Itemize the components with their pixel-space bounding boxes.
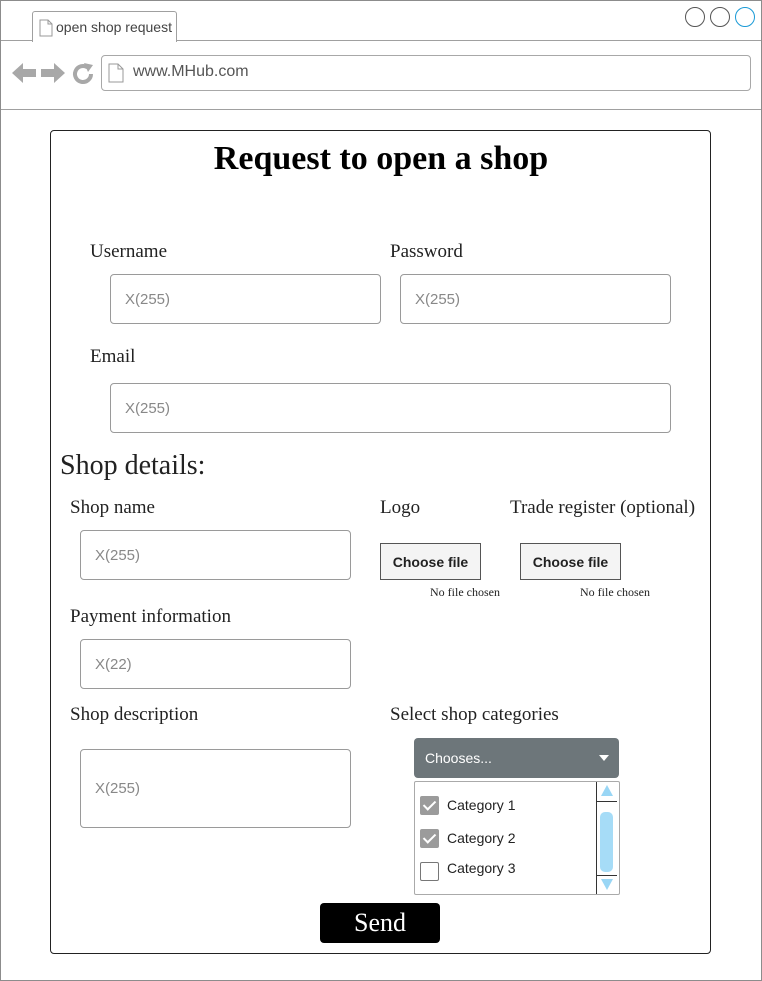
username-input[interactable]: X(255) [110,274,381,324]
scroll-down-arrow-icon[interactable] [601,879,613,890]
reload-icon[interactable] [71,62,95,86]
trade-register-file-status: No file chosen [580,585,650,599]
password-label: Password [390,241,463,262]
maximize-button[interactable] [710,7,730,27]
close-button[interactable] [735,7,755,27]
password-placeholder: X(255) [415,290,461,308]
categories-list: Category 1 Category 2 Category 3 [414,781,620,895]
categories-dropdown[interactable]: Chooses... [414,738,619,778]
password-input[interactable]: X(255) [400,274,671,324]
page-title: Request to open a shop [213,140,549,177]
payment-input[interactable]: X(22) [80,639,351,689]
logo-file-status: No file chosen [430,585,500,599]
category-2-checkbox[interactable] [420,828,439,848]
category-3-label: Category 3 [447,860,516,876]
scroll-thumb[interactable] [600,812,613,872]
forward-arrow-icon[interactable] [40,62,66,84]
categories-dropdown-value: Chooses... [425,750,492,766]
category-1-label: Category 1 [447,797,516,813]
caret-down-icon [599,755,609,761]
category-2-label: Category 2 [447,830,516,846]
back-arrow-icon[interactable] [11,62,37,84]
category-1-checkbox[interactable] [420,795,439,815]
email-placeholder: X(255) [125,399,171,417]
url-text: www.MHub.com [133,63,249,80]
logo-choose-file-button[interactable]: Choose file [380,543,481,580]
send-button[interactable]: Send [320,903,440,943]
address-bar[interactable]: www.MHub.com [101,55,751,91]
scrollbar-divider [597,875,617,876]
category-item-3[interactable]: Category 3 [420,857,516,881]
shop-name-label: Shop name [70,497,155,518]
username-placeholder: X(255) [125,290,171,308]
username-label: Username [90,241,168,262]
categories-label: Select shop categories [390,704,559,725]
shop-details-heading: Shop details: [60,450,206,481]
payment-label: Payment information [70,606,231,627]
shop-description-textarea[interactable]: X(255) [80,749,351,828]
scrollbar-divider [597,801,617,802]
page-icon [108,63,124,83]
navigation-bar: www.MHub.com [1,42,761,110]
shop-description-placeholder: X(255) [95,780,141,797]
logo-label: Logo [380,497,421,518]
email-label: Email [90,346,136,367]
payment-placeholder: X(22) [95,655,132,673]
document-icon [39,19,53,37]
category-3-checkbox[interactable] [420,861,439,881]
category-item-1[interactable]: Category 1 [420,794,515,816]
trade-register-label: Trade register (optional) [510,497,696,518]
shop-name-placeholder: X(255) [95,546,141,564]
category-item-2[interactable]: Category 2 [420,827,515,849]
email-input[interactable]: X(255) [110,383,671,433]
tab-bar: open shop request [1,1,761,42]
shop-name-input[interactable]: X(255) [80,530,351,580]
tab-open-shop-request[interactable]: open shop request [32,11,177,42]
minimize-button[interactable] [685,7,705,27]
shop-description-label: Shop description [70,704,199,725]
tab-title: open shop request [56,19,172,35]
categories-scrollbar[interactable] [596,782,617,894]
trade-register-choose-file-button[interactable]: Choose file [520,543,621,580]
scroll-up-arrow-icon[interactable] [601,785,613,796]
